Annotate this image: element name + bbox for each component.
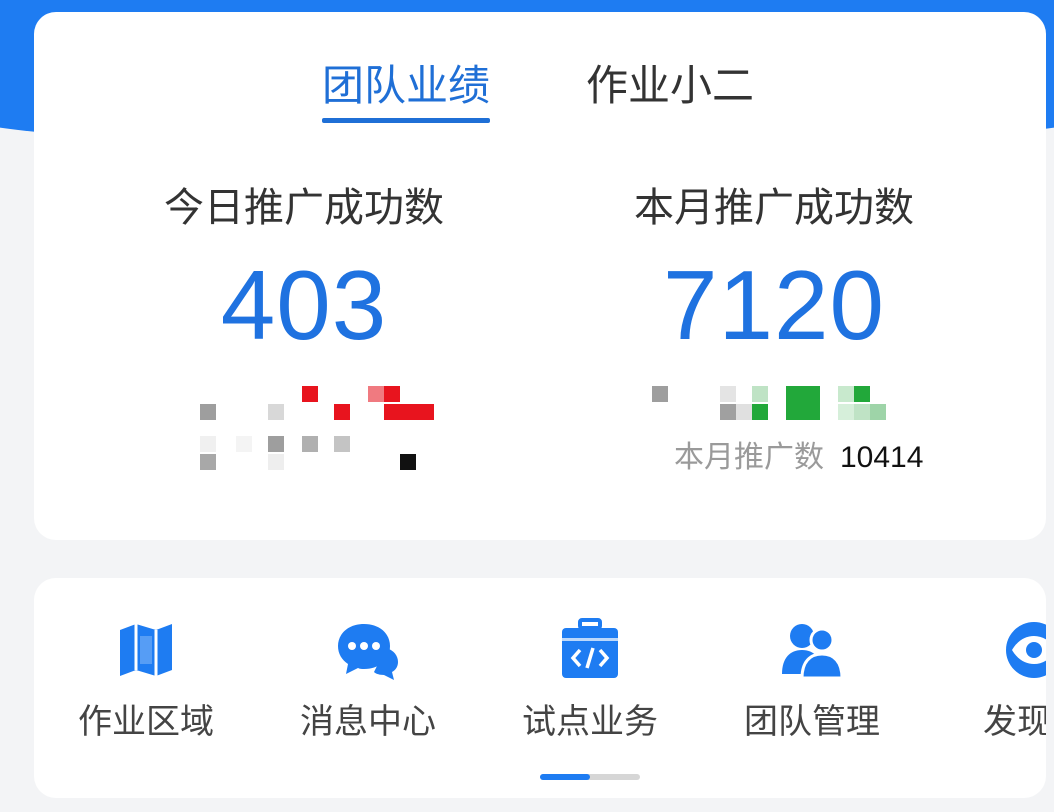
nav-item-label: 试点业务: [522, 702, 658, 742]
today-stat-value: 403: [220, 250, 388, 360]
tab-work-assistant[interactable]: 作业小二: [586, 62, 754, 138]
month-promotion-label: 本月推广数: [674, 440, 824, 475]
nav-item-label: 发现代: [983, 702, 1046, 742]
pixelated-mosaic-right: [648, 384, 908, 444]
nav-scrollbar[interactable]: [540, 774, 640, 780]
month-stat-label: 本月推广成功数: [634, 185, 914, 231]
nav-item-label: 团队管理: [744, 702, 880, 742]
feature-nav: 作业区域 消息中心 试点业务 团队管理 发现: [34, 578, 1046, 798]
active-tab-indicator: [322, 118, 491, 123]
eye-icon: [1006, 622, 1046, 678]
performance-card: 团队业绩 作业小二 今日推广成功数 403 本月推广成功数 7120 本月推广数…: [34, 12, 1046, 540]
today-stat: 今日推广成功数 403: [104, 184, 504, 360]
nav-item-label: 消息中心: [300, 702, 436, 742]
app-screen: 团队业绩 作业小二 今日推广成功数 403 本月推广成功数 7120 本月推广数…: [0, 0, 1054, 812]
month-stat-value: 7120: [662, 250, 885, 360]
chat-icon: [338, 624, 398, 680]
nav-scrollbar-thumb[interactable]: [540, 774, 590, 780]
tab-label: 团队业绩: [322, 61, 491, 110]
month-promotion-line: 本月推广数 10414: [674, 440, 974, 476]
team-icon: [782, 624, 844, 680]
pixelated-mosaic-left: [198, 384, 438, 484]
month-stat: 本月推广成功数 7120: [574, 184, 974, 360]
nav-item-message-center[interactable]: 消息中心: [268, 618, 468, 742]
tab-bar: 团队业绩 作业小二: [34, 62, 1046, 138]
code-box-icon: [562, 618, 618, 678]
nav-item-pilot-business[interactable]: 试点业务: [490, 618, 690, 742]
map-icon: [120, 624, 172, 676]
nav-item-work-area[interactable]: 作业区域: [46, 618, 246, 742]
nav-item-label: 作业区域: [78, 702, 214, 742]
tab-label: 作业小二: [586, 61, 755, 110]
month-promotion-value: 10414: [840, 441, 924, 474]
tab-team-performance[interactable]: 团队业绩: [322, 61, 491, 138]
nav-item-team-management[interactable]: 团队管理: [712, 618, 912, 742]
nav-item-discover[interactable]: 发现代: [934, 618, 1046, 742]
today-stat-label: 今日推广成功数: [164, 185, 444, 231]
